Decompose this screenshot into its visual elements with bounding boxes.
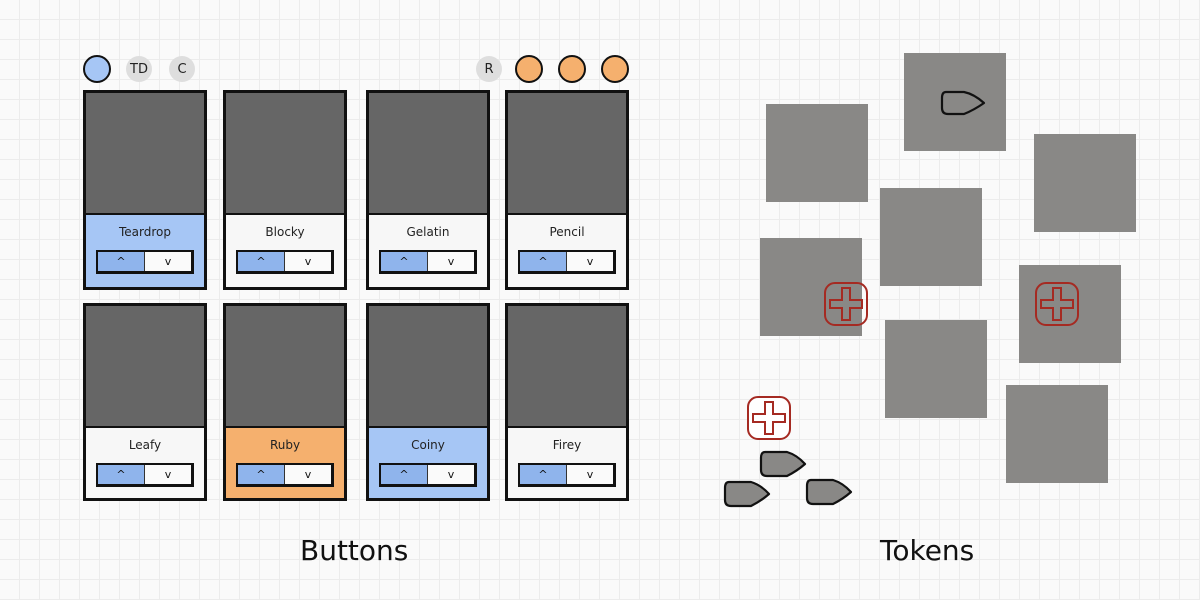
player-indicator-orange [515, 55, 543, 83]
card-art [508, 93, 626, 215]
tag-c: C [169, 56, 195, 82]
card-art [226, 306, 344, 428]
vote-button-group: ^ v [518, 463, 616, 487]
card-name: Pencil [549, 225, 585, 239]
downvote-button[interactable]: v [567, 252, 613, 271]
card-name: Gelatin [406, 225, 450, 239]
card-name: Coiny [411, 438, 445, 452]
upvote-button[interactable]: ^ [381, 465, 428, 484]
upvote-button[interactable]: ^ [520, 465, 567, 484]
tile[interactable] [1006, 385, 1108, 483]
vote-button-group: ^ v [236, 463, 334, 487]
card-art [369, 93, 487, 215]
downvote-button[interactable]: v [428, 252, 474, 271]
tag-td-label: TD [130, 61, 148, 77]
upvote-button[interactable]: ^ [98, 465, 145, 484]
tile[interactable] [885, 320, 987, 418]
upvote-button[interactable]: ^ [98, 252, 145, 271]
card-art [226, 93, 344, 215]
card-name: Blocky [265, 225, 305, 239]
character-card[interactable]: Blocky ^ v [223, 90, 347, 290]
bullet-token[interactable] [759, 449, 809, 479]
tag-c-label: C [177, 61, 187, 77]
card-name: Leafy [128, 438, 162, 452]
downvote-button[interactable]: v [285, 465, 331, 484]
player-indicator-blue [83, 55, 111, 83]
downvote-button[interactable]: v [145, 465, 191, 484]
tile[interactable] [766, 104, 868, 202]
card-art [86, 306, 204, 428]
character-card[interactable]: Ruby ^ v [223, 303, 347, 501]
tag-r: R [476, 56, 502, 82]
tile[interactable] [1034, 134, 1136, 232]
bullet-token[interactable] [723, 479, 773, 509]
player-indicator-orange [558, 55, 586, 83]
vote-button-group: ^ v [379, 463, 477, 487]
character-card[interactable]: Teardrop ^ v [83, 90, 207, 290]
medkit-token[interactable] [822, 280, 870, 328]
section-label-buttons: Buttons [300, 534, 409, 567]
card-name: Ruby [269, 438, 301, 452]
downvote-button[interactable]: v [285, 252, 331, 271]
vote-button-group: ^ v [96, 250, 194, 274]
character-card[interactable]: Firey ^ v [505, 303, 629, 501]
card-name: Firey [552, 438, 582, 452]
tag-r-label: R [484, 61, 494, 77]
medkit-token[interactable] [745, 394, 793, 442]
medkit-token[interactable] [1033, 280, 1081, 328]
bullet-token[interactable] [805, 477, 855, 507]
player-indicator-orange [601, 55, 629, 83]
character-card[interactable]: Coiny ^ v [366, 303, 490, 501]
character-card[interactable]: Gelatin ^ v [366, 90, 490, 290]
bullet-outline-token[interactable] [940, 88, 990, 118]
character-card[interactable]: Leafy ^ v [83, 303, 207, 501]
card-art [86, 93, 204, 215]
vote-button-group: ^ v [379, 250, 477, 274]
downvote-button[interactable]: v [428, 465, 474, 484]
upvote-button[interactable]: ^ [238, 252, 285, 271]
upvote-button[interactable]: ^ [381, 252, 428, 271]
tag-td: TD [126, 56, 152, 82]
vote-button-group: ^ v [96, 463, 194, 487]
downvote-button[interactable]: v [145, 252, 191, 271]
upvote-button[interactable]: ^ [520, 252, 567, 271]
card-name: Teardrop [119, 225, 171, 239]
vote-button-group: ^ v [518, 250, 616, 274]
section-label-tokens: Tokens [880, 534, 975, 567]
card-art [508, 306, 626, 428]
character-card[interactable]: Pencil ^ v [505, 90, 629, 290]
upvote-button[interactable]: ^ [238, 465, 285, 484]
downvote-button[interactable]: v [567, 465, 613, 484]
vote-button-group: ^ v [236, 250, 334, 274]
card-art [369, 306, 487, 428]
tile[interactable] [880, 188, 982, 286]
